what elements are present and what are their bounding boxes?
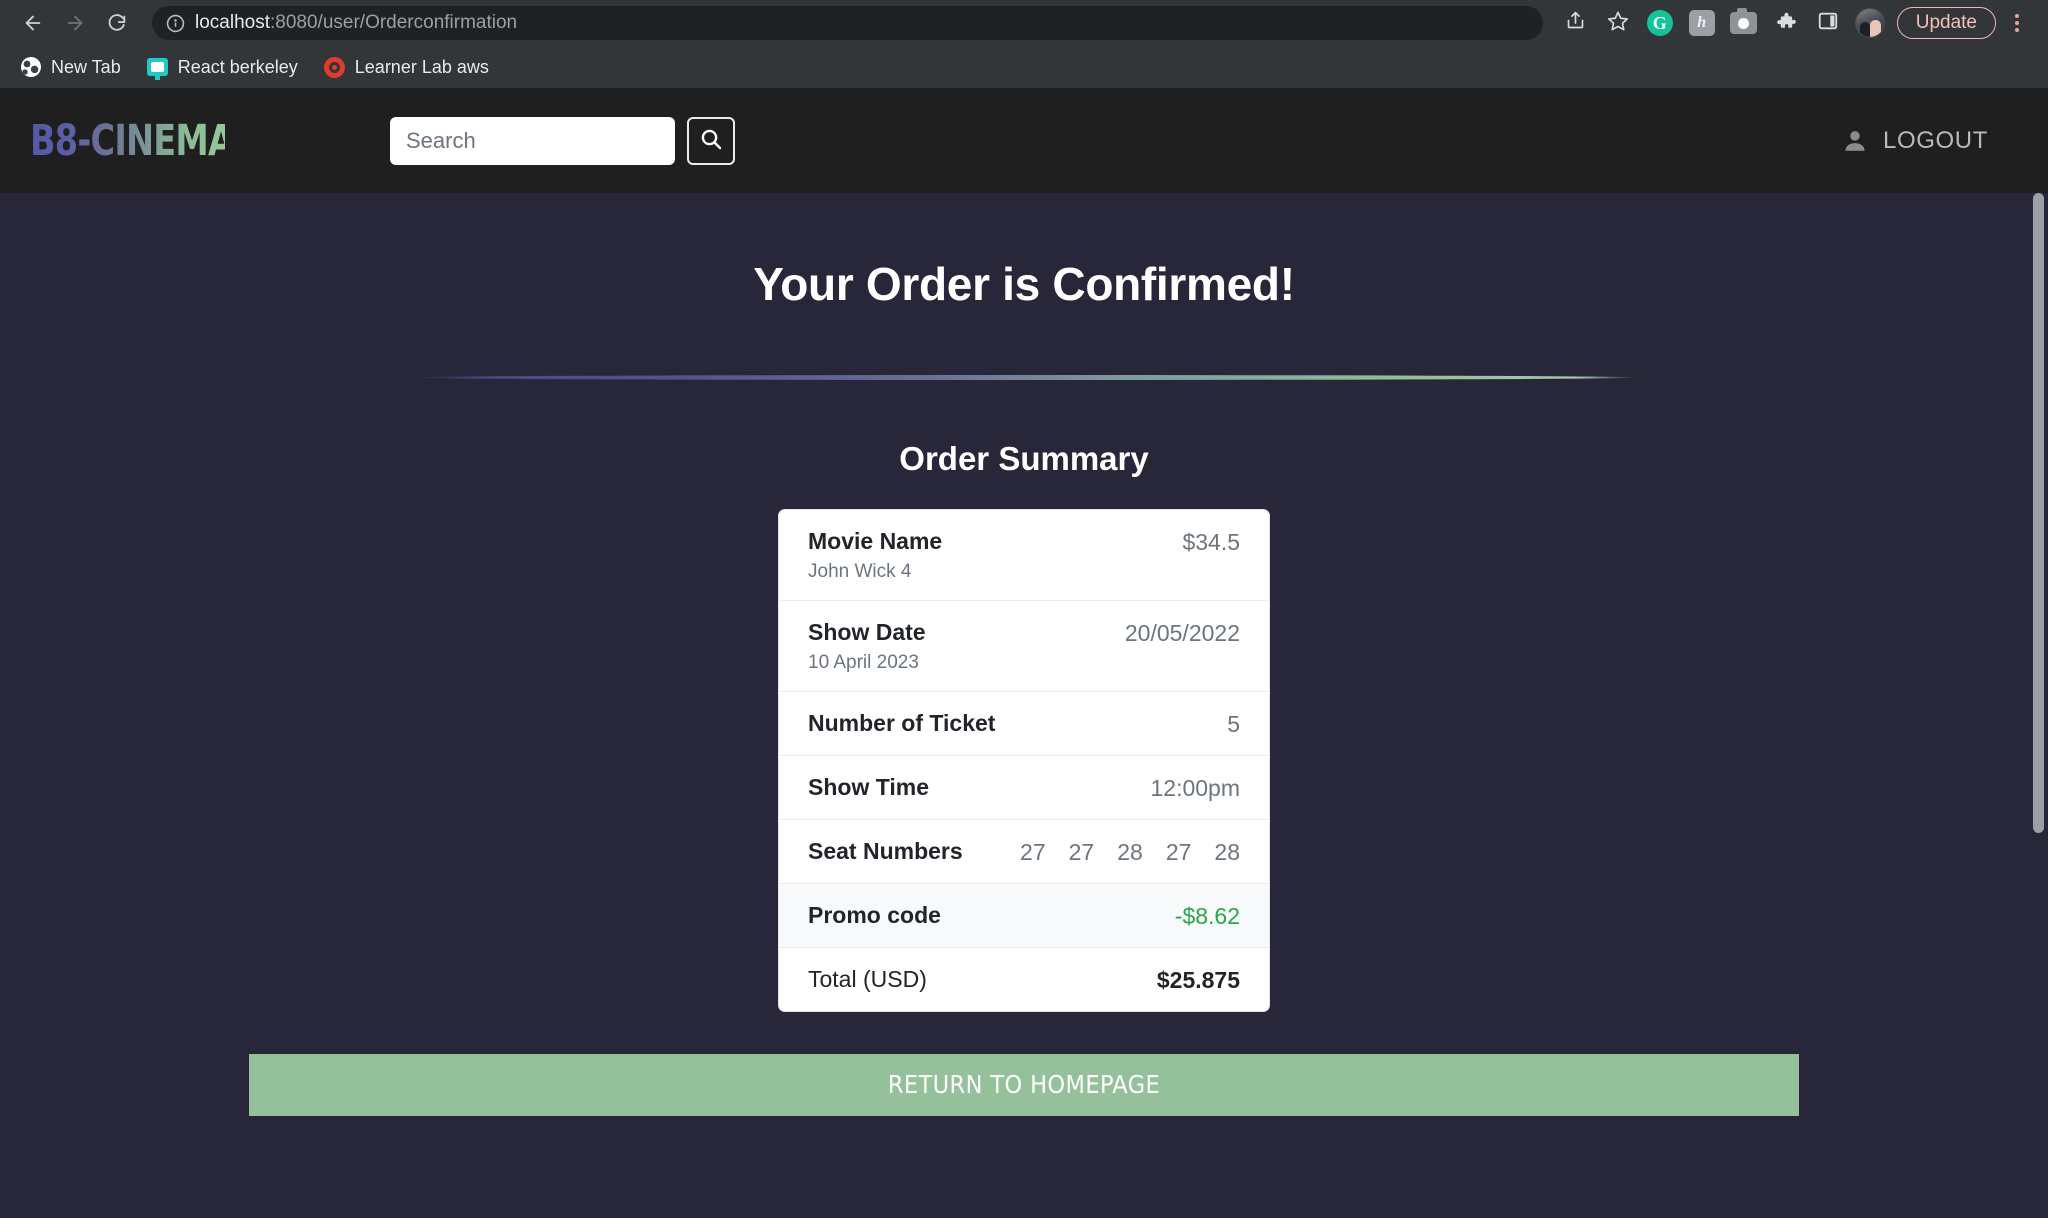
bookmark-label: React berkeley — [177, 56, 298, 77]
reload-button[interactable] — [98, 4, 136, 42]
row-label: Number of Ticket — [808, 709, 996, 736]
browser-menu-button[interactable] — [2000, 4, 2034, 42]
puzzle-piece-icon — [1775, 10, 1797, 37]
row-value: 20/05/2022 — [1124, 619, 1240, 646]
url-path: :8080/user/Orderconfirmation — [270, 12, 518, 33]
row-value: $34.5 — [1182, 529, 1240, 555]
page-body: Your Order is Confirmed! Order Summary M… — [0, 193, 2048, 1116]
grammarly-extension-button[interactable]: G — [1641, 4, 1679, 42]
gradient-divider — [411, 375, 1637, 380]
row-value: 12:00pm — [1150, 774, 1240, 801]
return-to-homepage-button[interactable]: RETURN TO HOMEPAGE — [249, 1053, 1799, 1116]
row-value: 5 — [1227, 710, 1240, 737]
extensions-button[interactable] — [1767, 4, 1805, 42]
omnibar-row: localhost:8080/user/Orderconfirmation G … — [0, 0, 2048, 46]
table-row-total: Total (USD) $25.875 — [779, 948, 1269, 1011]
row-label: Total (USD) — [808, 965, 927, 992]
reload-icon — [106, 12, 128, 34]
page-scrollbar[interactable] — [2033, 193, 2044, 1113]
update-button[interactable]: Update — [1896, 7, 1996, 39]
address-bar[interactable]: localhost:8080/user/Orderconfirmation — [152, 6, 1543, 40]
seat-number: 27 — [1068, 838, 1095, 865]
header-user-area[interactable]: LOGOUT — [1841, 127, 2018, 155]
card-wrap: Movie Name John Wick 4 $34.5 Show Date 1… — [0, 509, 2048, 1012]
share-icon — [1565, 10, 1586, 36]
person-icon — [1841, 127, 1869, 155]
url-host: localhost — [195, 12, 270, 33]
back-button[interactable] — [14, 4, 52, 42]
promo-discount-value: -$8.62 — [1174, 902, 1240, 929]
camera-icon — [1730, 8, 1758, 34]
logo[interactable]: B8-CINEMA — [30, 116, 280, 166]
row-label: Seat Numbers — [808, 837, 963, 864]
share-button[interactable] — [1557, 4, 1595, 42]
row-label: Show Time — [808, 773, 929, 800]
table-row: Show Time 12:00pm — [779, 756, 1269, 820]
update-label: Update — [1915, 12, 1977, 33]
cta-wrap: RETURN TO HOMEPAGE — [0, 1053, 2048, 1116]
bookmark-new-tab[interactable]: New Tab — [10, 52, 131, 82]
info-circle-icon[interactable] — [166, 14, 185, 33]
forward-button[interactable] — [56, 4, 94, 42]
seat-number: 28 — [1214, 838, 1240, 865]
table-row-promo: Promo code -$8.62 — [779, 883, 1269, 948]
forward-arrow-icon — [64, 12, 86, 34]
profile-avatar — [1854, 8, 1885, 38]
browser-chrome: localhost:8080/user/Orderconfirmation G … — [0, 0, 2048, 88]
logout-button[interactable]: LOGOUT — [1883, 127, 1988, 155]
order-summary-card: Movie Name John Wick 4 $34.5 Show Date 1… — [778, 509, 1270, 1012]
table-row: Number of Ticket 5 — [779, 692, 1269, 756]
table-row-seats: Seat Numbers 27 27 28 27 28 — [779, 820, 1269, 884]
canvas-icon — [324, 56, 346, 78]
row-sublabel: 10 April 2023 — [808, 651, 919, 673]
order-summary-title: Order Summary — [899, 440, 1149, 477]
table-row: Show Date 10 April 2023 20/05/2022 — [779, 601, 1269, 692]
monitor-icon — [147, 56, 169, 80]
seat-list: 27 27 28 27 28 — [1020, 837, 1240, 866]
profile-button[interactable] — [1851, 4, 1889, 42]
site-header: B8-CINEMA LOGOUT — [0, 88, 2048, 193]
scrollbar-thumb[interactable] — [2033, 193, 2044, 833]
row-text: Show Date 10 April 2023 — [808, 618, 926, 674]
bookmarks-bar: New Tab React berkeley Learner Lab aws — [0, 46, 2048, 88]
search-input[interactable] — [390, 116, 675, 165]
bookmark-react-berkeley[interactable]: React berkeley — [137, 52, 308, 82]
back-arrow-icon — [22, 12, 44, 34]
star-icon — [1607, 10, 1629, 37]
row-sublabel: John Wick 4 — [808, 560, 912, 582]
seat-number: 27 — [1020, 838, 1046, 865]
bookmark-label: Learner Lab aws — [354, 56, 489, 77]
chrome-actions: G h Update — [1557, 4, 2034, 42]
honey-extension-button[interactable]: h — [1683, 4, 1721, 42]
row-label: Promo code — [808, 901, 941, 928]
search-icon — [699, 127, 723, 154]
seat-number: 27 — [1165, 838, 1192, 865]
bookmark-label: New Tab — [51, 56, 121, 77]
side-panel-icon — [1817, 10, 1839, 37]
kebab-menu-icon — [2015, 14, 2019, 18]
table-row: Movie Name John Wick 4 $34.5 — [779, 510, 1269, 601]
search-area — [390, 116, 735, 165]
divider-wrap — [0, 375, 2048, 380]
bookmark-learner-lab-aws[interactable]: Learner Lab aws — [314, 52, 499, 82]
total-value: $25.875 — [1156, 966, 1240, 993]
bookmark-button[interactable] — [1599, 4, 1637, 42]
row-label: Show Date — [808, 618, 926, 645]
url-text: localhost:8080/user/Orderconfirmation — [195, 12, 517, 34]
honey-icon: h — [1688, 10, 1715, 36]
grammarly-icon: G — [1646, 10, 1673, 36]
row-label: Movie Name — [808, 528, 943, 554]
page-title: Your Order is Confirmed! — [753, 258, 1295, 310]
globe-icon — [20, 56, 42, 78]
seat-number: 28 — [1117, 838, 1143, 865]
row-text: Movie Name John Wick 4 — [808, 527, 942, 583]
logo-text: B8-CINEMA — [30, 115, 234, 166]
side-panel-button[interactable] — [1809, 4, 1847, 42]
search-button[interactable] — [687, 116, 735, 165]
screenshot-extension-button[interactable] — [1725, 4, 1763, 42]
